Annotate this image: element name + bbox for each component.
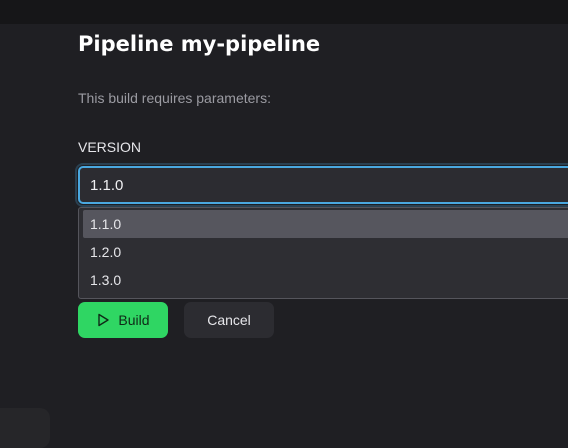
play-icon bbox=[96, 313, 110, 327]
version-option-1-3-0[interactable]: 1.3.0 bbox=[83, 266, 568, 294]
version-option-1-2-0[interactable]: 1.2.0 bbox=[83, 238, 568, 266]
version-parameter-label: VERSION bbox=[78, 139, 142, 155]
build-button[interactable]: Build bbox=[78, 302, 168, 338]
version-select-value: 1.1.0 bbox=[90, 176, 124, 194]
version-option-1-1-0[interactable]: 1.1.0 bbox=[83, 210, 568, 238]
version-select[interactable]: 1.1.0 bbox=[75, 163, 568, 207]
version-dropdown-list: 1.1.0 1.2.0 1.3.0 bbox=[78, 207, 568, 299]
top-bar bbox=[0, 0, 568, 24]
page-subtitle: This build requires parameters: bbox=[78, 90, 271, 106]
page-title: Pipeline my-pipeline bbox=[78, 32, 321, 56]
bottom-left-panel-tab[interactable] bbox=[0, 408, 50, 448]
cancel-button[interactable]: Cancel bbox=[184, 302, 274, 338]
cancel-button-label: Cancel bbox=[207, 312, 251, 328]
build-button-label: Build bbox=[118, 312, 150, 328]
